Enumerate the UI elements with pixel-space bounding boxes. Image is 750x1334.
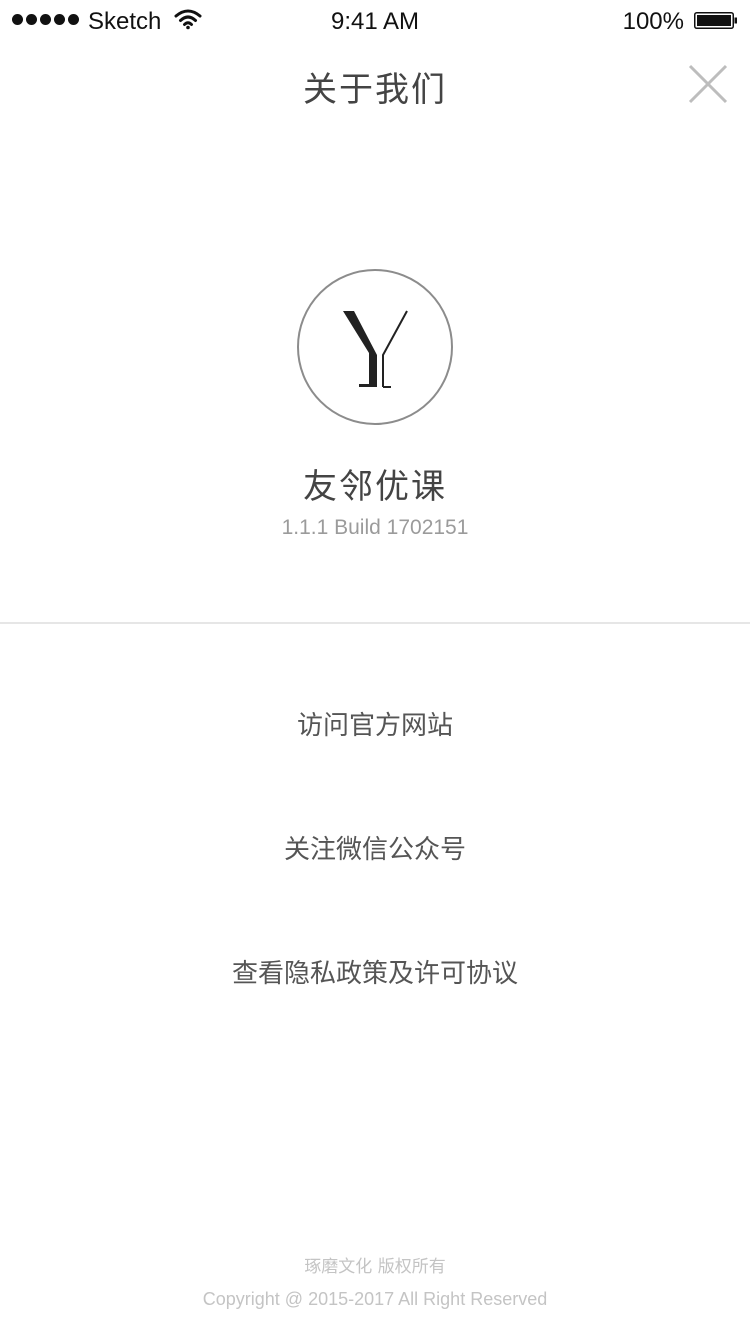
visit-website-link[interactable]: 访问官方网站 <box>0 705 750 742</box>
app-version: 1.1.1 Build 1702151 <box>281 516 469 539</box>
close-icon[interactable] <box>686 62 730 106</box>
app-name: 友邻优课 <box>303 467 447 507</box>
privacy-policy-link[interactable]: 查看隐私政策及许可协议 <box>0 953 750 990</box>
app-logo <box>297 269 453 425</box>
follow-wechat-link[interactable]: 关注微信公众号 <box>0 829 750 866</box>
battery-percentage: 100% <box>622 8 684 35</box>
footer-copyright: Copyright @ 2015-2017 All Right Reserved <box>202 1289 548 1309</box>
status-bar: Sketch 9:41 AM 100% <box>0 0 750 40</box>
battery-icon <box>694 12 737 29</box>
page-title: 关于我们 <box>303 70 447 110</box>
footer-company: 琢磨文化 版权所有 <box>304 1257 446 1277</box>
app-logo-icon <box>343 310 408 388</box>
section-divider <box>0 622 750 624</box>
